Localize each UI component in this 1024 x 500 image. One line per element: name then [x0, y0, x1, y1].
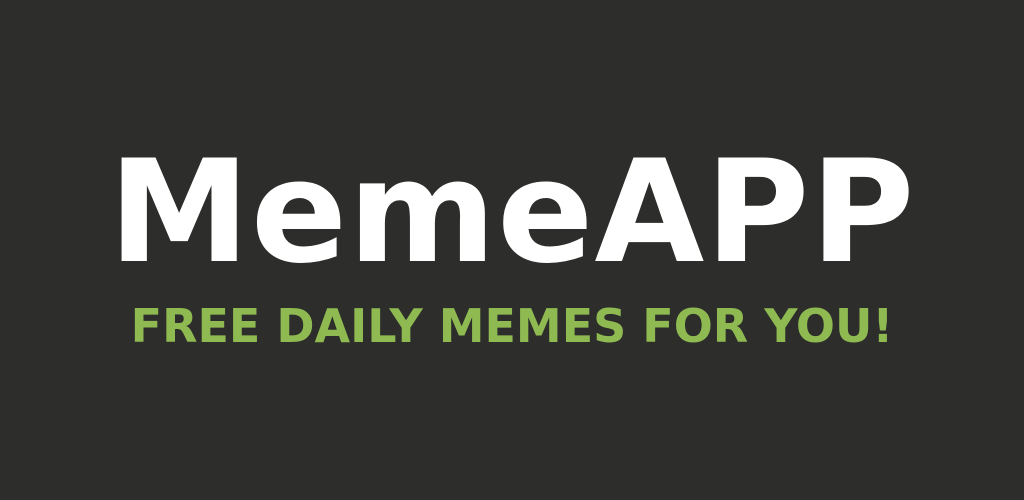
- tagline: FREE DAILY MEMES FOR YOU!: [130, 299, 894, 353]
- app-name-title: MemeAPP: [108, 130, 916, 295]
- feature-banner: MemeAPP FREE DAILY MEMES FOR YOU!: [0, 0, 1024, 500]
